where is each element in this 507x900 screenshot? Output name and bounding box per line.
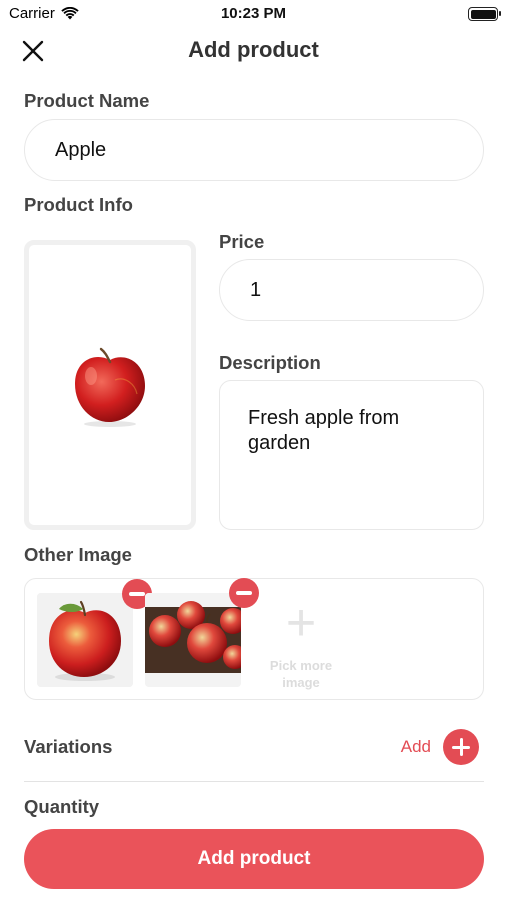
main-image-picker[interactable] [24,240,196,530]
price-label: Price [219,231,265,252]
description-value: Fresh apple from garden [248,407,400,454]
add-product-button[interactable]: Add product [24,829,484,889]
add-product-button-label: Add product [197,848,311,869]
description-label: Description [219,352,321,373]
divider [24,781,484,782]
product-name-value: Apple [55,138,107,161]
quantity-label: Quantity [24,796,100,817]
battery-icon [468,7,501,21]
status-bar: Carrier 10:23 PM [0,0,507,28]
add-variation-label: Add [400,737,431,756]
apple-image [75,347,145,427]
apples-on-table-image [145,593,241,687]
other-image-thumb[interactable] [37,593,133,687]
price-field[interactable]: 1 [219,259,484,321]
variations-label: Variations [24,736,113,757]
status-time: 10:23 PM [220,5,287,22]
price-value: 1 [250,278,262,301]
plus-circle-icon [443,729,479,765]
plus-icon: + [285,594,317,652]
add-variation-button[interactable]: Add [401,729,479,765]
description-field[interactable]: Fresh apple from garden [219,380,484,530]
other-image-thumb[interactable] [145,593,241,687]
other-image-gallery: + Pick more image [24,578,484,700]
product-name-field[interactable]: Apple [24,119,484,181]
product-name-label: Product Name [24,90,150,111]
apple-image [37,593,133,687]
other-image-label: Other Image [24,544,132,565]
pick-more-label: Pick more image [269,658,333,690]
pick-more-image-button[interactable]: + Pick more image [261,594,341,691]
remove-image-button[interactable] [229,578,259,608]
page-title: Add product [188,37,319,62]
product-info-label: Product Info [24,194,133,215]
